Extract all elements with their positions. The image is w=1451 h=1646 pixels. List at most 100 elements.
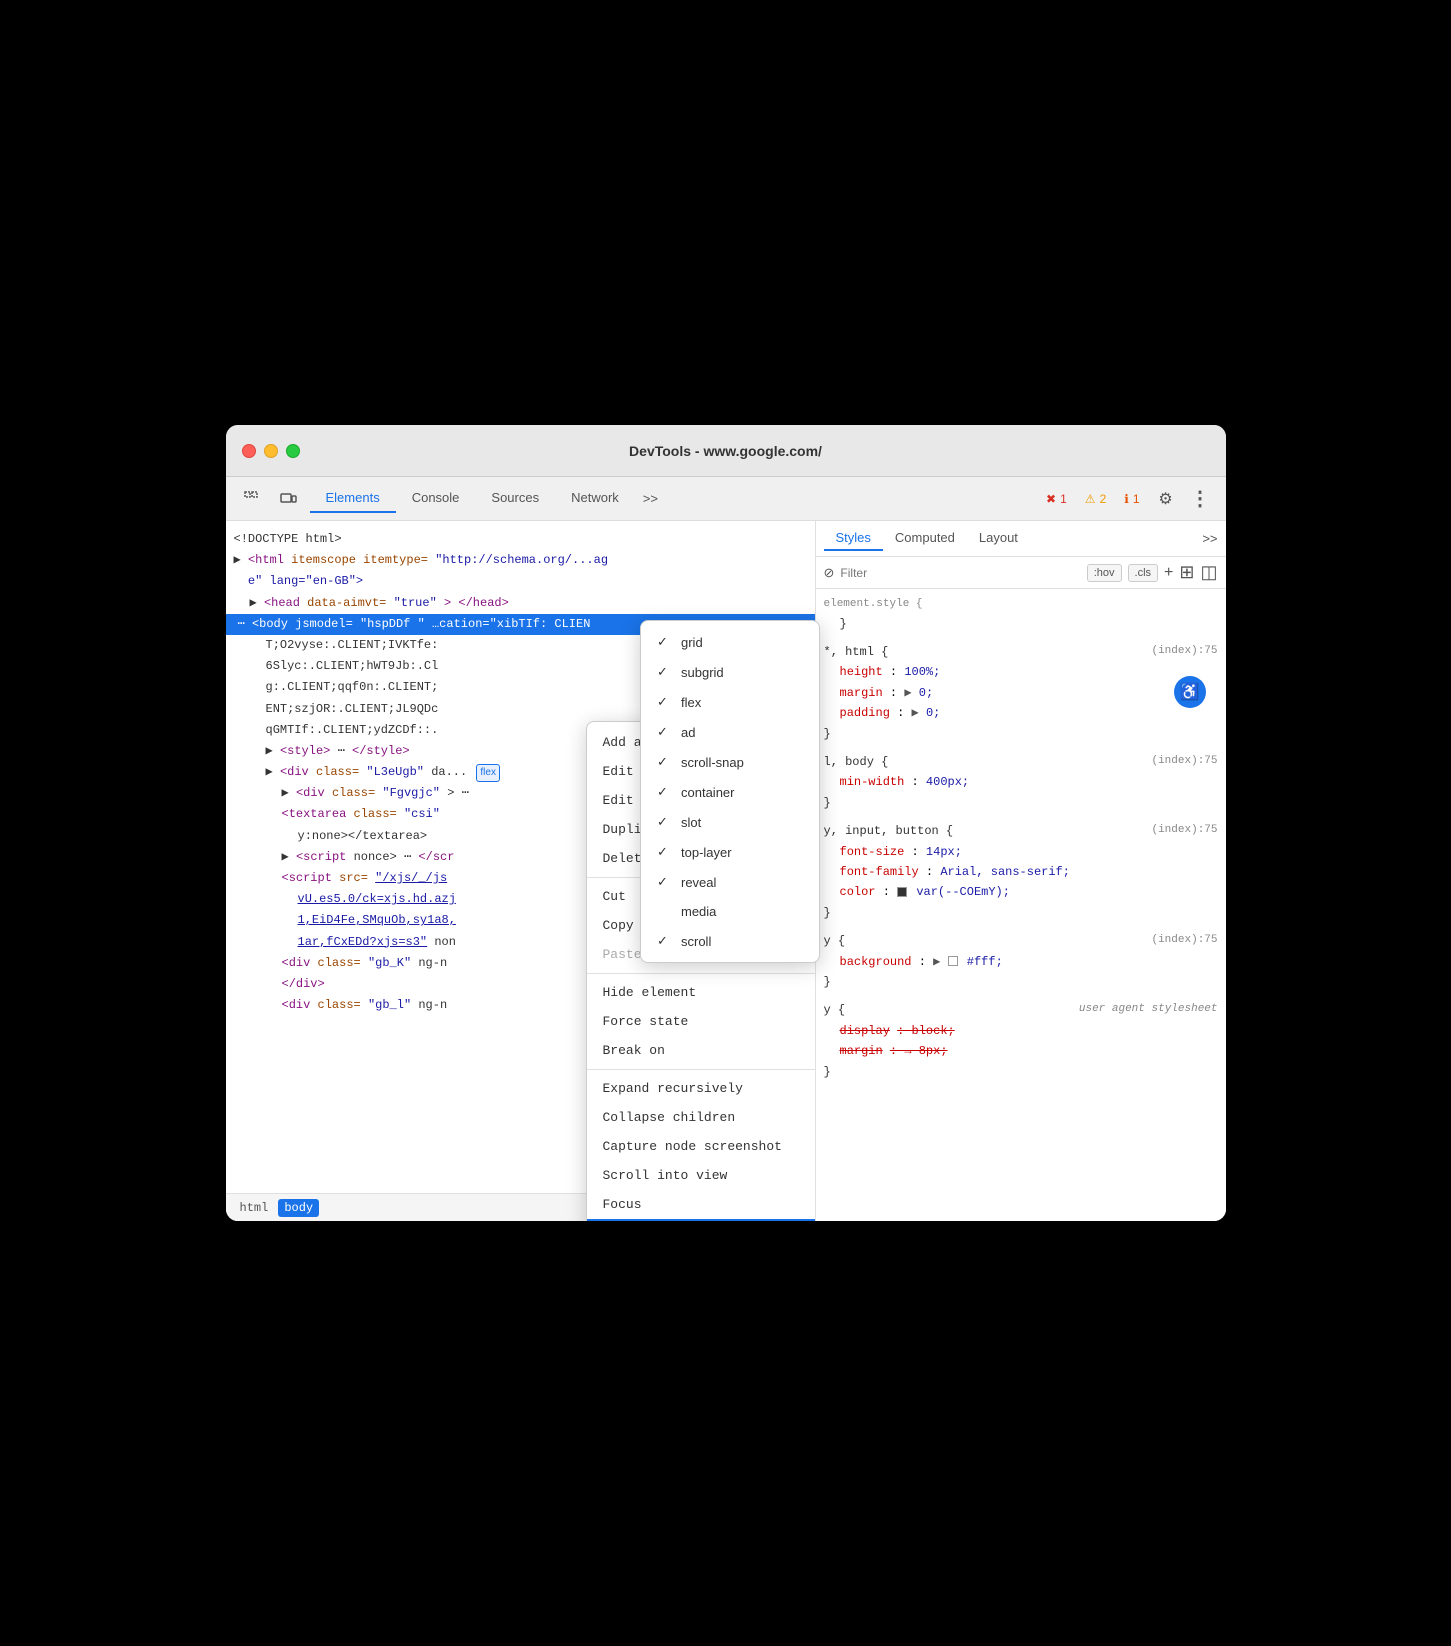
dom-line-doctype: <!DOCTYPE html> (226, 529, 815, 550)
submenu-container-label: container (681, 785, 734, 800)
dom-line-html[interactable]: ▶ <html itemscope itemtype= "http://sche… (226, 550, 815, 571)
tab-sources[interactable]: Sources (475, 484, 555, 513)
css-rule-selector-body: l, body { (index):75 (824, 752, 1218, 772)
cls-button[interactable]: .cls (1128, 564, 1159, 582)
submenu-reveal[interactable]: ✓ reveal (641, 867, 819, 897)
devtools-window: DevTools - www.google.com/ Elements Cons… (226, 425, 1226, 1221)
breadcrumb-body[interactable]: body (278, 1199, 319, 1217)
submenu-scroll-snap[interactable]: ✓ scroll-snap (641, 747, 819, 777)
styles-filter-input[interactable] (840, 566, 1080, 580)
copy-style-button[interactable]: ⊞ (1179, 562, 1194, 583)
add-style-button[interactable]: + (1164, 564, 1173, 582)
menu-copy-label: Copy (603, 918, 634, 933)
submenu-media-label: media (681, 904, 716, 919)
menu-force-state-label: Force state (603, 1014, 689, 1029)
triangle-div1[interactable]: ▶ (266, 763, 273, 782)
check-scroll: ✓ (657, 933, 673, 949)
tab-elements[interactable]: Elements (310, 484, 396, 513)
check-ad: ✓ (657, 724, 673, 740)
submenu-container[interactable]: ✓ container (641, 777, 819, 807)
submenu-ad[interactable]: ✓ ad (641, 717, 819, 747)
tab-console[interactable]: Console (396, 484, 476, 513)
settings-button[interactable]: ⚙ (1152, 485, 1180, 513)
submenu-top-layer[interactable]: ✓ top-layer (641, 837, 819, 867)
submenu-slot[interactable]: ✓ slot (641, 807, 819, 837)
check-container: ✓ (657, 784, 673, 800)
menu-focus[interactable]: Focus (587, 1190, 816, 1219)
style-tab-styles[interactable]: Styles (824, 526, 883, 551)
menu-expand-recursively[interactable]: Expand recursively (587, 1074, 816, 1103)
css-rule-selector-input-button: y, input, button { (index):75 (824, 821, 1218, 841)
style-tab-layout[interactable]: Layout (967, 526, 1030, 551)
submenu-subgrid-label: subgrid (681, 665, 724, 680)
menu-capture-screenshot[interactable]: Capture node screenshot (587, 1132, 816, 1161)
triangle-script1[interactable]: ▶ (282, 848, 289, 867)
breadcrumb-html[interactable]: html (234, 1199, 275, 1217)
css-rule-background: y { (index):75 background : ▶ #fff; } (824, 931, 1218, 992)
filter-icon: ⊘ (824, 565, 835, 581)
padding-triangle[interactable]: ▶ (912, 706, 919, 720)
menu-badge-settings[interactable]: Badge settings › (587, 1219, 816, 1221)
styles-panel: ♿ Styles Computed Layout >> ⊘ :hov .cls … (816, 521, 1226, 1221)
hov-button[interactable]: :hov (1087, 564, 1122, 582)
submenu-media[interactable]: media (641, 897, 819, 926)
triangle-head[interactable]: ▶ (250, 594, 257, 613)
close-button[interactable] (242, 444, 256, 458)
bg-color-swatch[interactable] (948, 956, 958, 966)
style-tab-computed[interactable]: Computed (883, 526, 967, 551)
menu-hide-element-label: Hide element (603, 985, 697, 1000)
menu-scroll-into-view[interactable]: Scroll into view (587, 1161, 816, 1190)
flex-badge: flex (476, 764, 500, 782)
submenu-ad-label: ad (681, 725, 695, 740)
device-toggle-icon[interactable] (274, 485, 302, 513)
check-grid: ✓ (657, 634, 673, 650)
css-rule-selector-html: *, html { (index):75 (824, 642, 1218, 662)
menu-scroll-into-view-label: Scroll into view (603, 1168, 728, 1183)
menu-collapse-children[interactable]: Collapse children (587, 1103, 816, 1132)
info-badge[interactable]: ℹ 1 (1118, 490, 1145, 508)
tab-bar: Elements Console Sources Network >> (310, 484, 1033, 513)
dom-line-head[interactable]: ▶ <head data-aimvt= "true" > </head> (226, 593, 815, 614)
triangle-style[interactable]: ▶ (266, 742, 273, 761)
minimize-button[interactable] (264, 444, 278, 458)
menu-collapse-children-label: Collapse children (603, 1110, 736, 1125)
color-swatch[interactable] (897, 887, 907, 897)
submenu-flex[interactable]: ✓ flex (641, 687, 819, 717)
triangle-div2[interactable]: ▶ (282, 784, 289, 803)
menu-hide-element[interactable]: Hide element (587, 978, 816, 1007)
menu-expand-recursively-label: Expand recursively (603, 1081, 743, 1096)
menu-paste-label: Paste (603, 947, 642, 962)
check-top-layer: ✓ (657, 844, 673, 860)
layout-button[interactable]: ◫ (1200, 562, 1217, 583)
tab-more[interactable]: >> (635, 485, 666, 512)
accessibility-icon[interactable]: ♿ (1174, 676, 1206, 708)
submenu-grid[interactable]: ✓ grid (641, 627, 819, 657)
bg-triangle[interactable]: ▶ (933, 955, 940, 969)
window-title: DevTools - www.google.com/ (629, 443, 822, 459)
menu-break-on[interactable]: Break on › (587, 1036, 816, 1065)
check-reveal: ✓ (657, 874, 673, 890)
submenu-subgrid[interactable]: ✓ subgrid (641, 657, 819, 687)
style-tab-more[interactable]: >> (1202, 531, 1217, 546)
more-button[interactable]: ⋮ (1186, 485, 1214, 513)
error-badge[interactable]: ✖ 1 (1040, 490, 1073, 508)
menu-force-state[interactable]: Force state › (587, 1007, 816, 1036)
menu-capture-screenshot-label: Capture node screenshot (603, 1139, 782, 1154)
triangle-html[interactable]: ▶ (234, 551, 241, 570)
css-rule-element-style: element.style { } (824, 593, 1218, 634)
css-rule-input-button: y, input, button { (index):75 font-size … (824, 821, 1218, 923)
badge-settings-submenu: ✓ grid ✓ subgrid ✓ flex ✓ ad ✓ scroll-sn… (640, 620, 820, 963)
css-rule-body: l, body { (index):75 min-width : 400px; … (824, 752, 1218, 813)
submenu-scroll[interactable]: ✓ scroll (641, 926, 819, 956)
warning-icon: ⚠ (1085, 492, 1096, 506)
warning-badge[interactable]: ⚠ 2 (1079, 490, 1112, 508)
info-icon: ℹ (1124, 492, 1129, 506)
tab-network[interactable]: Network (555, 484, 635, 513)
margin-triangle[interactable]: ▶ (904, 686, 911, 700)
menu-separator-2 (587, 973, 816, 974)
dom-line-html2: e" lang="en-GB"> (226, 571, 815, 592)
toolbar: Elements Console Sources Network >> ✖ 1 … (226, 477, 1226, 521)
inspect-icon[interactable] (238, 485, 266, 513)
toolbar-right: ✖ 1 ⚠ 2 ℹ 1 ⚙ ⋮ (1040, 485, 1213, 513)
maximize-button[interactable] (286, 444, 300, 458)
